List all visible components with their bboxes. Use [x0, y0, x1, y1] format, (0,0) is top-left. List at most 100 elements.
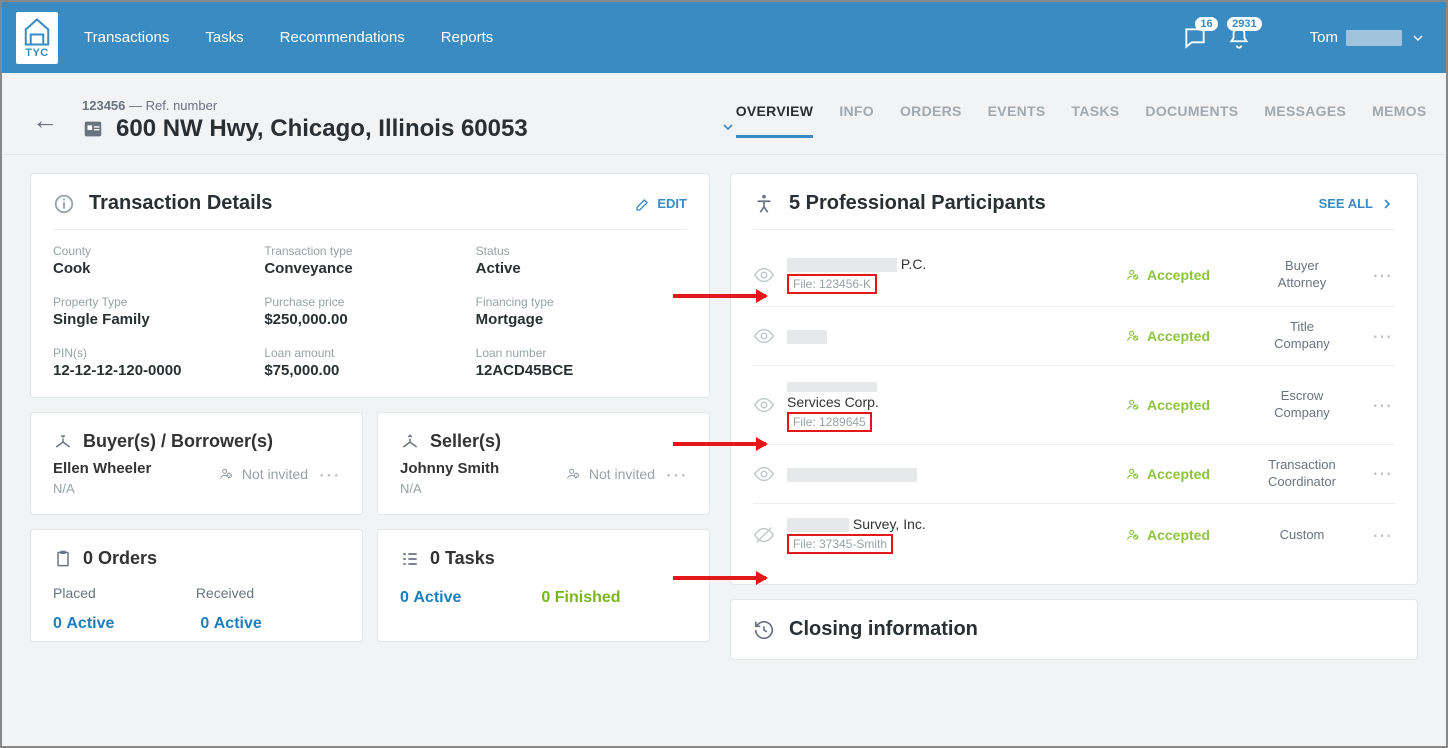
nav-tasks[interactable]: Tasks: [205, 29, 243, 46]
nav-recommendations[interactable]: Recommendations: [280, 29, 405, 46]
notifications-count: 2931: [1227, 17, 1261, 31]
tab-messages[interactable]: MESSAGES: [1264, 103, 1346, 138]
pin-label: PIN(s): [53, 346, 264, 360]
ftype-label: Financing type: [476, 295, 687, 309]
user-menu[interactable]: Tom: [1310, 29, 1426, 46]
tab-events[interactable]: EVENTS: [988, 103, 1046, 138]
eye-icon[interactable]: [753, 463, 775, 485]
participant-name: [787, 466, 1113, 482]
seller-sub: N/A: [400, 481, 499, 496]
nav-transactions[interactable]: Transactions: [84, 29, 169, 46]
orders-placed-active[interactable]: 0 Active: [53, 615, 114, 633]
main-nav: Transactions Tasks Recommendations Repor…: [84, 29, 493, 46]
pprice-label: Purchase price: [264, 295, 475, 309]
ref-number: 123456: [82, 98, 125, 113]
contact-card-icon: [82, 118, 104, 140]
participants-title: 5 Professional Participants: [789, 192, 1046, 215]
see-all-button[interactable]: SEE ALL: [1319, 196, 1395, 212]
accessibility-icon: [753, 193, 775, 215]
participant-name-line2: Services Corp.: [787, 394, 1113, 410]
logo-text: TYC: [25, 47, 49, 59]
participant-role: TransactionCoordinator: [1247, 457, 1357, 491]
orders-placed-label: Placed: [53, 585, 96, 601]
annotation-arrow: [673, 294, 766, 298]
participant-name: [787, 328, 1113, 344]
chevron-down-icon: [1410, 30, 1426, 46]
sellers-card: Seller(s) Johnny Smith N/A Not invited ⋯: [377, 412, 710, 515]
messages-icon[interactable]: 16: [1182, 25, 1208, 51]
back-arrow-icon[interactable]: ←: [32, 105, 58, 136]
row-more-icon[interactable]: ⋯: [1369, 393, 1395, 418]
messages-count: 16: [1195, 17, 1217, 31]
loann-value: 12ACD45BCE: [476, 362, 687, 379]
buyer-status: Not invited: [218, 466, 308, 482]
participant-name: Survey, Inc.: [787, 516, 1113, 532]
participant-row: P.C. File: 123456-K Accepted BuyerAttorn…: [753, 244, 1395, 307]
participant-row: Accepted TitleCompany ⋯: [753, 307, 1395, 366]
ref-line: 123456 — Ref. number: [82, 98, 736, 113]
person-check-icon: [1125, 527, 1141, 543]
orders-received-label: Received: [196, 585, 254, 601]
sellers-title: Seller(s): [430, 431, 501, 452]
tab-info[interactable]: INFO: [839, 103, 874, 138]
person-x-icon: [218, 466, 234, 482]
tab-tasks[interactable]: TASKS: [1072, 103, 1120, 138]
participant-role: EscrowCompany: [1247, 388, 1357, 422]
eye-icon[interactable]: [753, 394, 775, 416]
tab-documents[interactable]: DOCUMENTS: [1145, 103, 1238, 138]
participant-file: File: 1289645: [787, 412, 872, 432]
person-x-icon: [565, 466, 581, 482]
participant-status: Accepted: [1125, 527, 1235, 543]
participant-row: Accepted TransactionCoordinator ⋯: [753, 445, 1395, 504]
ttype-label: Transaction type: [264, 244, 475, 258]
tasks-title: 0 Tasks: [430, 548, 495, 569]
eye-icon[interactable]: [753, 264, 775, 286]
participant-name: P.C.: [787, 256, 1113, 272]
seller-more-icon[interactable]: ⋯: [665, 469, 687, 480]
ptype-label: Property Type: [53, 295, 264, 309]
title-dropdown[interactable]: [720, 119, 736, 140]
person-check-icon: [1125, 328, 1141, 344]
status-value: Active: [476, 260, 687, 277]
edit-button[interactable]: EDIT: [635, 196, 687, 212]
buyer-name: Ellen Wheeler: [53, 460, 151, 477]
row-more-icon[interactable]: ⋯: [1369, 461, 1395, 486]
tab-orders[interactable]: ORDERS: [900, 103, 962, 138]
person-check-icon: [1125, 267, 1141, 283]
loan-label: Loan amount: [264, 346, 475, 360]
tab-memos[interactable]: MEMOS: [1372, 103, 1426, 138]
orders-received-active[interactable]: 0 Active: [200, 615, 261, 633]
participant-role: TitleCompany: [1247, 319, 1357, 353]
participant-role: BuyerAttorney: [1247, 258, 1357, 292]
tasks-finished[interactable]: 0 Finished: [541, 589, 620, 607]
eye-off-icon[interactable]: [753, 524, 775, 546]
person-check-icon: [1125, 466, 1141, 482]
house-icon: [22, 17, 52, 47]
ftype-value: Mortgage: [476, 311, 687, 328]
page-tabs: OVERVIEW INFO ORDERS EVENTS TASKS DOCUME…: [736, 87, 1427, 154]
participant-status: Accepted: [1125, 328, 1235, 344]
buyers-title: Buyer(s) / Borrower(s): [83, 431, 273, 452]
list-icon: [400, 549, 420, 569]
transaction-details-title: Transaction Details: [89, 192, 272, 215]
info-icon: [53, 193, 75, 215]
row-more-icon[interactable]: ⋯: [1369, 523, 1395, 548]
orders-title: 0 Orders: [83, 548, 157, 569]
page-title: 600 NW Hwy, Chicago, Illinois 60053: [116, 115, 528, 143]
tasks-active[interactable]: 0 Active: [400, 589, 461, 607]
participant-name: [787, 378, 1113, 394]
row-more-icon[interactable]: ⋯: [1369, 263, 1395, 288]
transaction-details-card: Transaction Details EDIT CountyCook Tran…: [30, 173, 710, 398]
tab-overview[interactable]: OVERVIEW: [736, 103, 814, 138]
participant-row: Survey, Inc. File: 37345-Smith Accepted …: [753, 504, 1395, 566]
closing-title: Closing information: [789, 618, 978, 641]
buyers-card: Buyer(s) / Borrower(s) Ellen Wheeler N/A…: [30, 412, 363, 515]
history-icon: [753, 619, 775, 641]
nav-reports[interactable]: Reports: [441, 29, 494, 46]
buyer-more-icon[interactable]: ⋯: [318, 469, 340, 480]
participant-status: Accepted: [1125, 397, 1235, 413]
eye-icon[interactable]: [753, 325, 775, 347]
row-more-icon[interactable]: ⋯: [1369, 324, 1395, 349]
logo[interactable]: TYC: [16, 12, 58, 64]
notifications-icon[interactable]: 2931: [1226, 25, 1252, 51]
